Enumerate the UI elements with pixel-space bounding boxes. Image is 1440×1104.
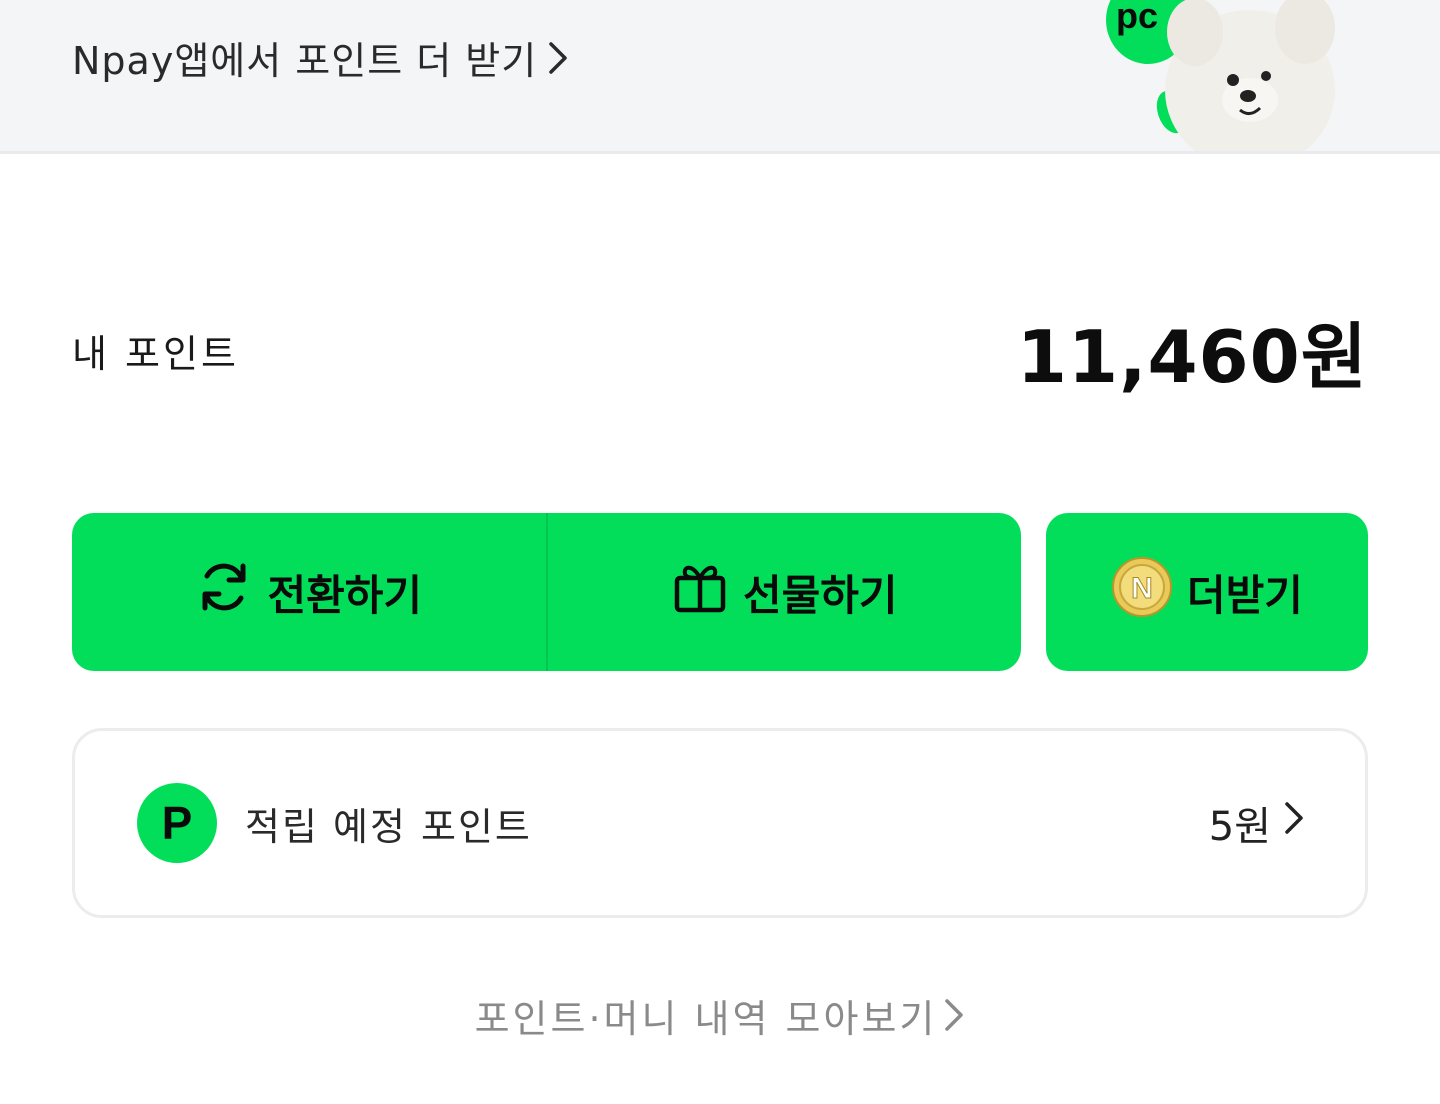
gift-button-label: 선물하기	[742, 570, 898, 620]
pending-points-value: 5원	[1208, 804, 1271, 850]
gift-button[interactable]: 선물하기	[548, 513, 1022, 671]
npay-more-points-link[interactable]: Npay앱에서 포인트 더 받기	[72, 30, 569, 85]
my-points-label: 내 포인트	[72, 331, 239, 376]
coin-icon: N	[1111, 556, 1173, 628]
my-points-row: 내 포인트 11,460원	[72, 300, 1368, 400]
banner-link-text: Npay앱에서 포인트 더 받기	[72, 39, 538, 83]
chevron-right-icon	[1283, 800, 1305, 846]
chevron-right-icon	[547, 40, 569, 76]
get-more-button[interactable]: N 더받기	[1046, 513, 1368, 671]
pending-points-card[interactable]: P 적립 예정 포인트 5원	[72, 728, 1368, 918]
mascot-badge-text: pc	[1116, 0, 1158, 36]
point-p-icon: P	[137, 783, 217, 863]
pending-points-label: 적립 예정 포인트	[245, 804, 532, 849]
convert-gift-button-group: 전환하기 선물하기	[72, 513, 1021, 671]
my-points-value: 11,460원	[1016, 314, 1368, 399]
point-money-history-link[interactable]: 포인트·머니 내역 모아보기	[0, 985, 1440, 1045]
promo-banner[interactable]: Npay앱에서 포인트 더 받기 pc	[0, 0, 1440, 154]
history-link-text: 포인트·머니 내역 모아보기	[474, 996, 938, 1041]
chevron-right-icon	[943, 997, 965, 1033]
convert-button-label: 전환하기	[267, 570, 423, 620]
bear-mascot-image: pc	[1100, 0, 1340, 151]
refresh-icon	[195, 558, 253, 626]
gift-icon	[671, 558, 729, 626]
get-more-button-label: 더받기	[1187, 570, 1303, 620]
convert-button[interactable]: 전환하기	[72, 513, 546, 671]
svg-text:N: N	[1131, 572, 1153, 605]
pending-points-value-group: 5원	[1209, 794, 1305, 852]
